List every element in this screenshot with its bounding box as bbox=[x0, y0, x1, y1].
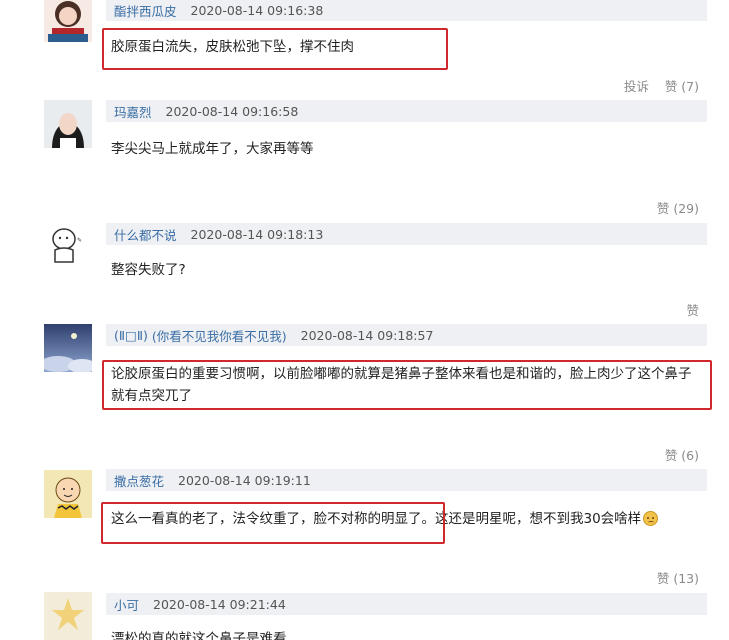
like-button[interactable]: 赞 bbox=[686, 303, 699, 318]
avatar[interactable] bbox=[44, 324, 92, 372]
timestamp: 2020-08-14 09:18:13 bbox=[190, 226, 324, 242]
like-button[interactable]: 赞 (29) bbox=[657, 201, 699, 216]
avatar[interactable]: ✎ bbox=[44, 222, 92, 270]
user-subtitle: (你看不见我你看不见我) bbox=[151, 328, 287, 344]
avatar[interactable] bbox=[44, 100, 92, 148]
timestamp: 2020-08-14 09:19:11 bbox=[178, 472, 311, 488]
like-button[interactable]: 赞 (6) bbox=[665, 448, 699, 463]
avatar[interactable] bbox=[44, 0, 92, 42]
comment-actions: 赞 (6) bbox=[653, 445, 699, 464]
svg-text:✎: ✎ bbox=[77, 237, 82, 244]
highlight-box bbox=[101, 502, 445, 544]
report-button[interactable]: 投诉 bbox=[624, 79, 649, 94]
username[interactable]: (Ⅱ□Ⅱ) bbox=[114, 328, 148, 343]
highlight-box bbox=[102, 360, 712, 410]
highlight-box bbox=[102, 28, 448, 70]
timestamp: 2020-08-14 09:16:38 bbox=[190, 2, 324, 18]
like-button[interactable]: 赞 (7) bbox=[665, 79, 699, 94]
comment-meta: 什么都不说 2020-08-14 09:18:13 bbox=[106, 223, 707, 245]
username[interactable]: 小可 bbox=[114, 595, 139, 614]
comment-actions: 投诉 赞 (7) bbox=[612, 76, 699, 95]
username[interactable]: 玛嘉烈 bbox=[114, 102, 152, 121]
comment-text: 漂松的真的就这个鼻子是难看 bbox=[111, 631, 287, 640]
comment-actions: 赞 bbox=[674, 300, 699, 319]
comment-meta: 小可 2020-08-14 09:21:44 bbox=[106, 593, 707, 615]
comment-actions: 赞 (13) bbox=[645, 568, 699, 587]
comment-text: 整容失败了? bbox=[111, 262, 186, 278]
like-button[interactable]: 赞 (13) bbox=[657, 571, 699, 586]
comment-meta: 酯拌西瓜皮 2020-08-14 09:16:38 bbox=[106, 0, 707, 21]
username[interactable]: 撒点葱花 bbox=[114, 471, 164, 490]
timestamp: 2020-08-14 09:16:58 bbox=[165, 103, 299, 119]
comment-actions: 赞 (29) bbox=[645, 198, 699, 217]
comment-meta: 撒点葱花 2020-08-14 09:19:11 bbox=[106, 469, 707, 491]
timestamp: 2020-08-14 09:18:57 bbox=[300, 327, 434, 343]
comment-meta: 玛嘉烈 2020-08-14 09:16:58 bbox=[106, 100, 707, 122]
avatar[interactable] bbox=[44, 470, 92, 518]
sad-face-icon bbox=[643, 511, 659, 526]
username[interactable]: 什么都不说 bbox=[114, 225, 177, 244]
comment-meta: (Ⅱ□Ⅱ) (你看不见我你看不见我) 2020-08-14 09:18:57 bbox=[106, 324, 707, 346]
timestamp: 2020-08-14 09:21:44 bbox=[153, 596, 286, 612]
avatar[interactable] bbox=[44, 592, 92, 640]
username[interactable]: 酯拌西瓜皮 bbox=[114, 1, 177, 20]
comment-text: 李尖尖马上就成年了，大家再等等 bbox=[111, 141, 314, 157]
